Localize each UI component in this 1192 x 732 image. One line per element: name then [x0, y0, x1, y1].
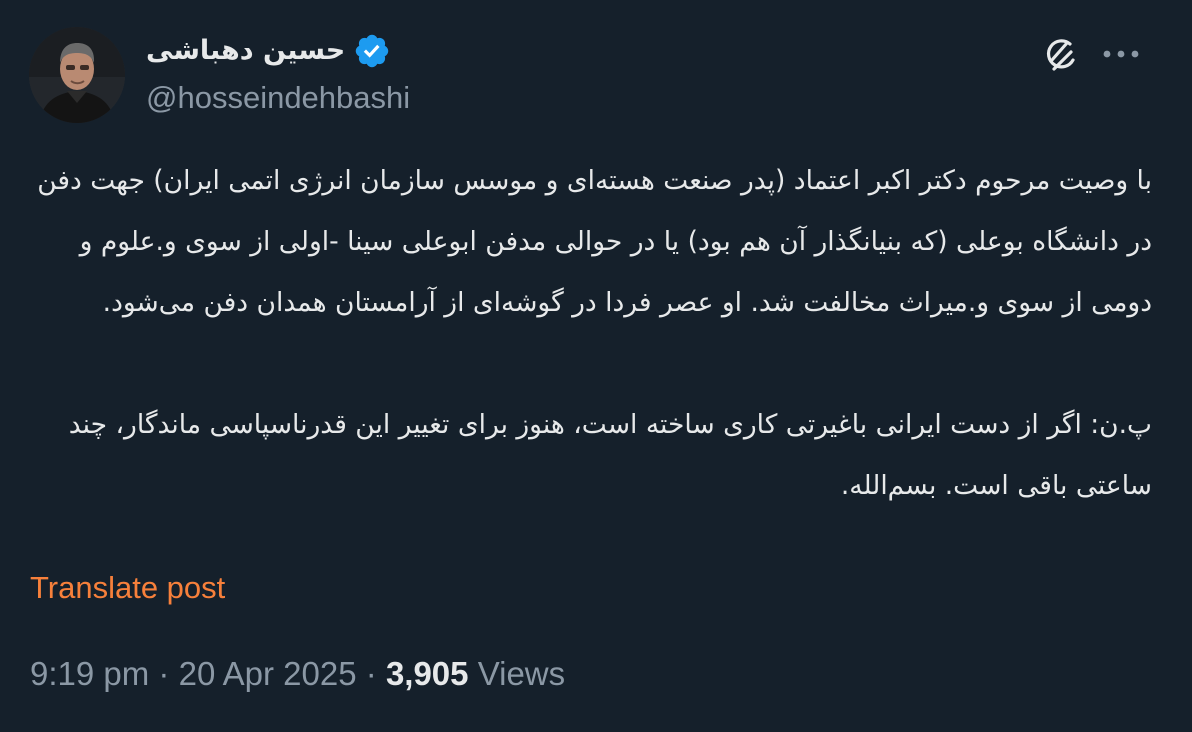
- post-paragraph-1: با وصیت مرحوم دکتر اکبر اعتماد (پدر صنعت…: [37, 165, 1152, 318]
- meta-separator: ·: [158, 655, 170, 692]
- handle[interactable]: @hosseindehbashi: [146, 78, 410, 118]
- views-count: 3,905: [385, 655, 469, 692]
- views-label: Views: [477, 655, 566, 692]
- post-paragraph-2: پ.ن: اگر از دست ایرانی باغیرتی کاری ساخت…: [68, 409, 1152, 501]
- tweet: حسین دهباشی @hosseindehbashi با وصیت مرح…: [0, 0, 1192, 732]
- author-block: حسین دهباشی @hosseindehbashi: [146, 28, 410, 118]
- avatar[interactable]: [29, 27, 125, 123]
- more-icon: [1103, 50, 1139, 58]
- display-name[interactable]: حسین دهباشی: [146, 28, 345, 74]
- avatar-portrait: [29, 27, 125, 123]
- name-row: حسین دهباشی: [146, 28, 410, 74]
- grok-button[interactable]: [1038, 31, 1084, 77]
- meta-separator: ·: [365, 655, 377, 692]
- verified-badge-icon[interactable]: [353, 32, 391, 70]
- more-button[interactable]: [1098, 31, 1144, 77]
- post-date[interactable]: 20 Apr 2025: [179, 655, 357, 692]
- post-text: با وصیت مرحوم دکتر اکبر اعتماد (پدر صنعت…: [37, 150, 1152, 516]
- post-meta: 9:19 pm · 20 Apr 2025 · 3,905 Views: [30, 652, 565, 696]
- post-time[interactable]: 9:19 pm: [30, 655, 149, 692]
- translate-post-link[interactable]: Translate post: [30, 568, 225, 608]
- grok-icon: [1046, 39, 1075, 71]
